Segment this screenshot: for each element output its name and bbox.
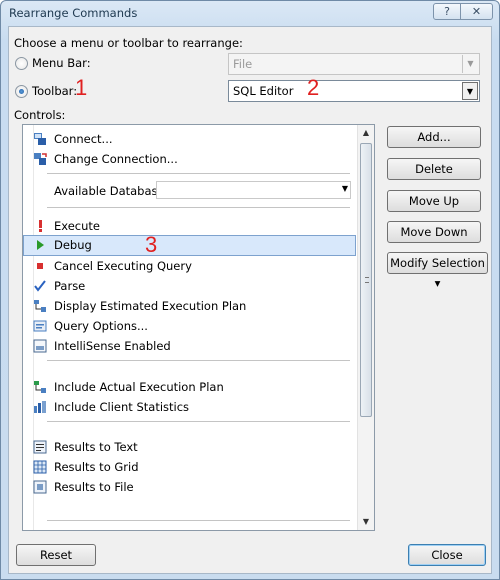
list-item-label: Available Databases xyxy=(54,184,171,198)
parse-icon xyxy=(34,280,46,292)
choose-label: Choose a menu or toolbar to rearrange: xyxy=(14,36,243,50)
list-item-label: Results to Text xyxy=(54,440,138,454)
close-window-button[interactable]: ✕ xyxy=(460,3,493,20)
list-item-query-options[interactable]: Query Options... xyxy=(23,316,356,336)
list-item-connect[interactable]: Connect... xyxy=(23,129,356,149)
annotation-3: 3 xyxy=(145,232,158,257)
list-item-label: IntelliSense Enabled xyxy=(54,339,171,353)
list-item-results-to-file[interactable]: Results to File xyxy=(23,477,356,497)
toolbar-combo-value: SQL Editor xyxy=(233,84,294,98)
query-options-icon xyxy=(33,320,47,332)
list-item-cancel-executing-query[interactable]: Cancel Executing Query xyxy=(23,256,356,276)
list-item-include-client-statistics[interactable]: Include Client Statistics xyxy=(23,397,356,417)
list-item-parse[interactable]: Parse xyxy=(23,276,356,296)
scroll-up-icon[interactable]: ▲ xyxy=(358,125,374,141)
list-item-change-connection[interactable]: Change Connection... xyxy=(23,149,356,169)
close-button[interactable]: Close xyxy=(408,544,486,566)
title-bar: Rearrange Commands ? ✕ xyxy=(1,1,499,25)
results-grid-icon xyxy=(33,460,47,474)
list-item-label: Results to Grid xyxy=(54,460,139,474)
connect-icon xyxy=(34,133,46,145)
list-item-include-actual-execution-plan[interactable]: Include Actual Execution Plan xyxy=(23,377,356,397)
list-item-execute[interactable]: Execute xyxy=(23,216,356,236)
list-item-label: Include Actual Execution Plan xyxy=(54,380,224,394)
list-item-label: Include Client Statistics xyxy=(54,400,190,414)
list-item-display-estimated-execution-plan[interactable]: Display Estimated Execution Plan xyxy=(23,296,356,316)
move-up-button[interactable]: Move Up xyxy=(387,190,481,212)
help-button[interactable]: ? xyxy=(433,3,461,20)
chevron-down-icon: ▼ xyxy=(462,55,478,73)
execute-icon xyxy=(39,220,42,232)
separator xyxy=(47,421,350,422)
annotation-2: 2 xyxy=(307,75,320,100)
list-item-label: Parse xyxy=(54,279,86,293)
list-scrollbar[interactable]: ▲ ▼ xyxy=(357,125,374,530)
menubar-combo-value: File xyxy=(233,57,253,71)
toolbar-radio[interactable] xyxy=(15,85,28,98)
controls-label: Controls: xyxy=(14,108,66,122)
reset-button[interactable]: Reset xyxy=(16,544,96,566)
list-item-results-to-grid[interactable]: Results to Grid xyxy=(23,457,356,477)
intellisense-icon xyxy=(33,339,47,353)
menubar-radio[interactable] xyxy=(15,57,28,70)
list-item-label: Query Options... xyxy=(54,319,148,333)
available-databases-combo[interactable]: ▼ xyxy=(156,181,351,199)
add-button[interactable]: Add... xyxy=(387,126,481,148)
list-item-label: Display Estimated Execution Plan xyxy=(54,299,247,313)
debug-icon xyxy=(37,240,44,250)
list-item-label: Cancel Executing Query xyxy=(54,259,192,273)
results-file-icon xyxy=(33,480,47,494)
list-item-results-to-text[interactable]: Results to Text xyxy=(23,437,356,457)
modify-selection-button[interactable]: Modify Selection ▾ xyxy=(387,252,488,290)
window-title: Rearrange Commands xyxy=(9,6,138,20)
list-item-label: Change Connection... xyxy=(54,152,178,166)
list-item-available-databases[interactable]: Available Databases ▼ xyxy=(23,179,356,203)
menubar-label: Menu Bar: xyxy=(32,56,91,70)
execution-plan-icon xyxy=(34,300,46,312)
menubar-combo[interactable]: File ▼ xyxy=(228,53,480,75)
list-item-label: Connect... xyxy=(54,132,113,146)
annotation-1: 1 xyxy=(75,75,88,100)
list-item-label: Results to File xyxy=(54,480,134,494)
cancel-icon xyxy=(37,263,43,269)
toolbar-label: Toolbar: xyxy=(32,84,78,98)
grip-icon xyxy=(365,277,369,283)
separator xyxy=(47,360,350,361)
chevron-down-icon: ▼ xyxy=(462,82,478,100)
scroll-thumb[interactable] xyxy=(360,143,372,417)
separator xyxy=(47,173,350,174)
rearrange-commands-dialog: Rearrange Commands ? ✕ Choose a menu or … xyxy=(0,0,500,580)
list-item-intellisense-enabled[interactable]: IntelliSense Enabled xyxy=(23,336,356,356)
results-text-icon xyxy=(33,440,47,454)
actual-plan-icon xyxy=(34,381,46,393)
client-statistics-icon xyxy=(34,401,46,413)
dialog-body: Choose a menu or toolbar to rearrange: M… xyxy=(8,26,492,574)
separator xyxy=(47,520,350,521)
separator xyxy=(47,207,350,208)
chevron-down-icon: ▼ xyxy=(341,184,348,193)
list-item-label: Execute xyxy=(54,219,100,233)
list-item-label: Debug xyxy=(54,238,92,252)
change-connection-icon xyxy=(34,153,47,165)
controls-list[interactable]: Connect... Change Connection... Availabl… xyxy=(22,124,375,531)
scroll-down-icon[interactable]: ▼ xyxy=(358,514,374,530)
delete-button[interactable]: Delete xyxy=(387,158,481,180)
list-item-debug[interactable]: Debug xyxy=(23,235,356,256)
toolbar-combo[interactable]: SQL Editor ▼ xyxy=(228,80,480,102)
move-down-button[interactable]: Move Down xyxy=(387,221,481,243)
